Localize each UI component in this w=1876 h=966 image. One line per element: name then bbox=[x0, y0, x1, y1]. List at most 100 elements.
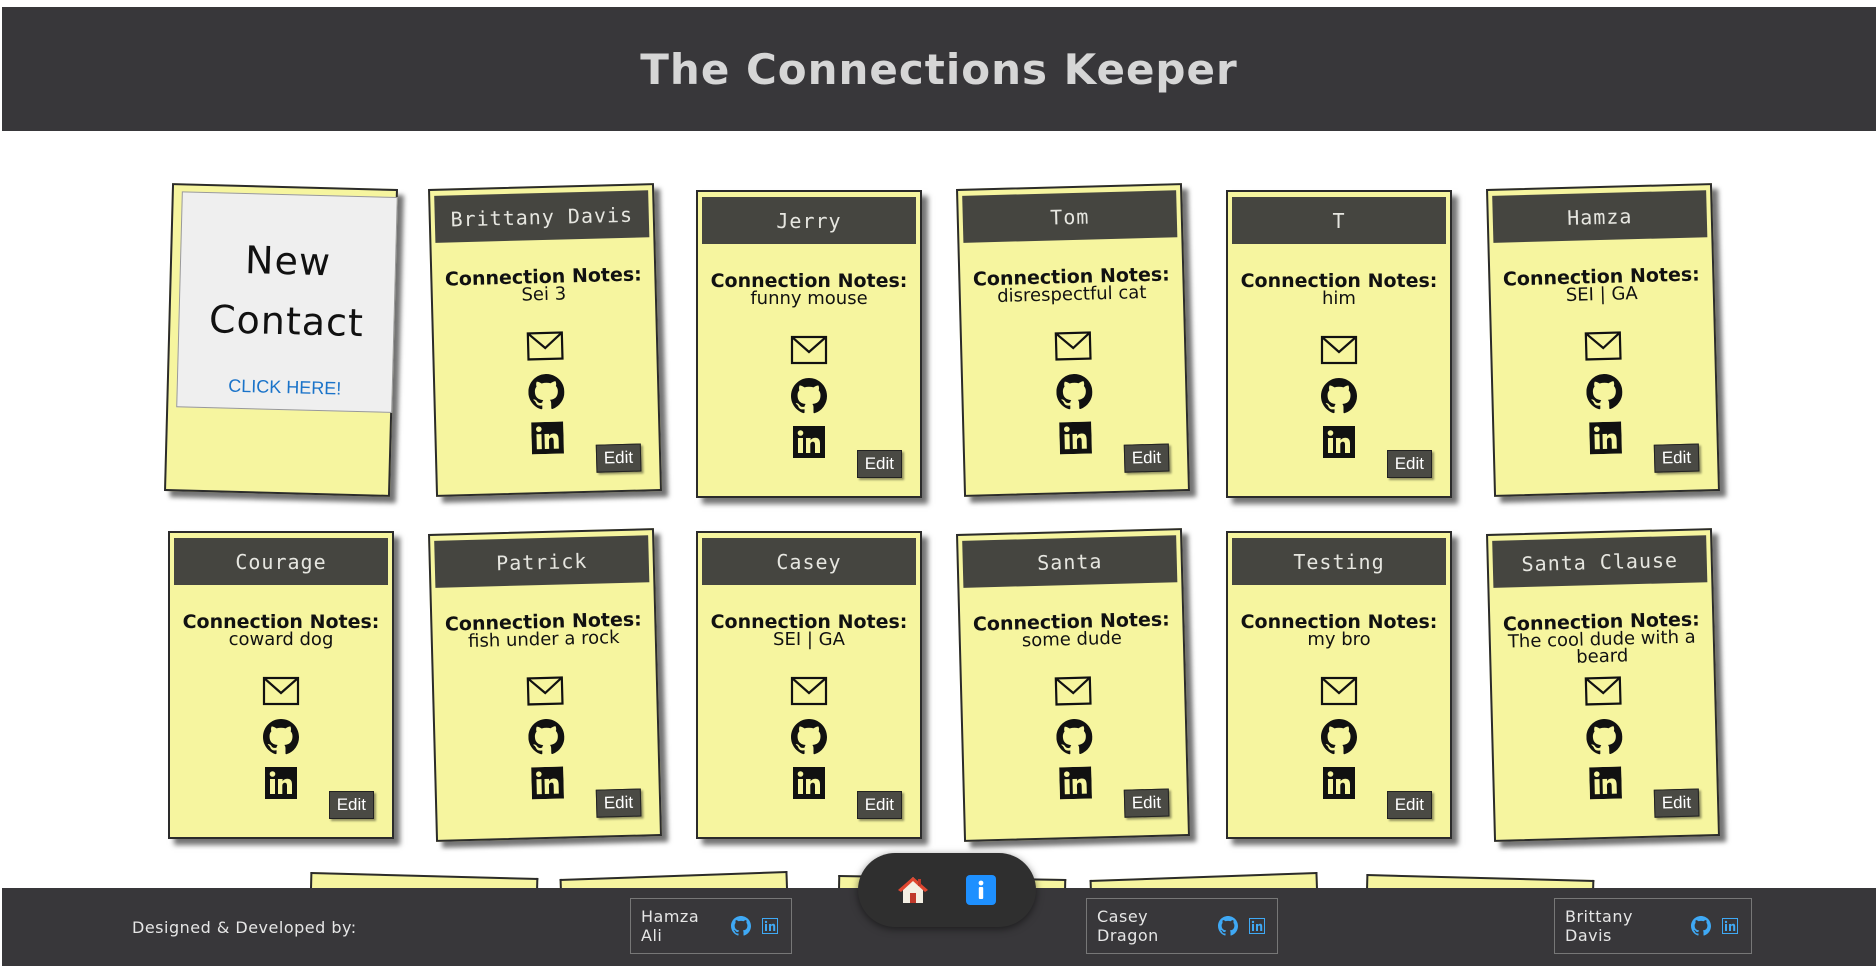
home-icon[interactable] bbox=[896, 873, 930, 907]
linkedin-icon[interactable] bbox=[790, 765, 828, 801]
github-icon[interactable] bbox=[527, 373, 566, 410]
developer-name: Hamza Ali bbox=[641, 907, 700, 945]
contact-links bbox=[1492, 325, 1717, 459]
contact-name: Casey bbox=[702, 538, 916, 585]
contact-card: Hamza Connection Notes: SEI | GA Edit bbox=[1486, 183, 1720, 497]
contact-card: Testing Connection Notes: my bro Edit bbox=[1226, 531, 1452, 839]
contact-links bbox=[170, 673, 392, 801]
page-title: The Connections Keeper bbox=[640, 44, 1238, 94]
email-icon[interactable] bbox=[1584, 328, 1623, 365]
new-contact-panel: New Contact CLICK HERE! bbox=[176, 191, 398, 413]
email-icon[interactable] bbox=[1320, 673, 1358, 709]
contact-name: Testing bbox=[1232, 538, 1446, 585]
contact-links bbox=[962, 670, 1187, 804]
edit-button[interactable]: Edit bbox=[328, 791, 374, 819]
developer-name: Casey Dragon bbox=[1097, 907, 1159, 945]
github-icon[interactable] bbox=[1055, 718, 1094, 755]
email-icon[interactable] bbox=[790, 673, 828, 709]
edit-button[interactable]: Edit bbox=[595, 788, 642, 818]
contact-card: T Connection Notes: him Edit bbox=[1226, 190, 1452, 498]
linkedin-icon[interactable] bbox=[760, 915, 781, 937]
contact-links bbox=[434, 670, 659, 804]
linkedin-icon[interactable] bbox=[1056, 419, 1095, 456]
contact-notes: funny mouse bbox=[750, 288, 868, 309]
linkedin-icon[interactable] bbox=[262, 765, 300, 801]
github-icon[interactable] bbox=[790, 378, 828, 414]
github-icon[interactable] bbox=[1690, 915, 1711, 937]
contact-name: Santa bbox=[962, 535, 1178, 588]
github-icon[interactable] bbox=[790, 719, 828, 755]
developer-name: Brittany Davis bbox=[1565, 907, 1633, 945]
linkedin-icon[interactable] bbox=[1320, 424, 1358, 460]
github-icon[interactable] bbox=[1585, 718, 1624, 755]
email-icon[interactable] bbox=[1054, 328, 1093, 365]
contact-links bbox=[1492, 670, 1717, 804]
contact-notes: The cool dude with a beard bbox=[1507, 626, 1696, 668]
credit-label: Designed & Developed by: bbox=[132, 918, 357, 937]
contact-notes: coward dog bbox=[228, 629, 334, 650]
floating-nav bbox=[858, 853, 1036, 927]
contact-card: Santa Connection Notes: some dude Edit bbox=[956, 528, 1190, 842]
contact-links bbox=[434, 325, 659, 459]
contact-card: Courage Connection Notes: coward dog Edit bbox=[168, 531, 394, 839]
contact-name: Brittany Davis bbox=[434, 190, 650, 243]
linkedin-icon[interactable] bbox=[1246, 915, 1267, 937]
github-icon[interactable] bbox=[262, 719, 300, 755]
new-contact-title: New Contact bbox=[208, 238, 365, 346]
linkedin-icon[interactable] bbox=[1320, 765, 1358, 801]
email-icon[interactable] bbox=[1320, 332, 1358, 368]
linkedin-icon[interactable] bbox=[790, 424, 828, 460]
email-icon[interactable] bbox=[262, 673, 300, 709]
contact-card: Tom Connection Notes: disrespectful cat Edi… bbox=[956, 183, 1190, 497]
developer-casey: Casey Dragon bbox=[1086, 898, 1278, 954]
contact-name: Patrick bbox=[434, 535, 650, 588]
github-icon[interactable] bbox=[1055, 373, 1094, 410]
edit-button[interactable]: Edit bbox=[595, 443, 642, 473]
contact-links bbox=[962, 325, 1187, 459]
email-icon[interactable] bbox=[526, 673, 565, 710]
linkedin-icon[interactable] bbox=[528, 419, 567, 456]
contact-name: T bbox=[1232, 197, 1446, 244]
edit-button[interactable]: Edit bbox=[1653, 788, 1700, 818]
github-icon[interactable] bbox=[731, 915, 752, 937]
contact-card: Patrick Connection Notes: fish under a roc… bbox=[428, 528, 662, 842]
contact-notes: my bro bbox=[1307, 629, 1371, 650]
email-icon[interactable] bbox=[1054, 673, 1093, 710]
site-header: The Connections Keeper bbox=[2, 7, 1876, 131]
new-contact-card[interactable]: New Contact CLICK HERE! bbox=[164, 183, 398, 497]
contact-notes: him bbox=[1322, 288, 1356, 309]
contact-card: Santa Clause Connection Notes: The cool du… bbox=[1486, 528, 1720, 842]
contact-card: Brittany Davis Connection Notes: Sei 3 Edit bbox=[428, 183, 662, 497]
edit-button[interactable]: Edit bbox=[856, 450, 902, 478]
edit-button[interactable]: Edit bbox=[1386, 450, 1432, 478]
linkedin-icon[interactable] bbox=[528, 764, 567, 801]
linkedin-icon[interactable] bbox=[1586, 764, 1625, 801]
edit-button[interactable]: Edit bbox=[1123, 443, 1170, 473]
contact-name: Courage bbox=[174, 538, 388, 585]
edit-button[interactable]: Edit bbox=[1123, 788, 1170, 818]
email-icon[interactable] bbox=[790, 332, 828, 368]
contact-links bbox=[698, 332, 920, 460]
email-icon[interactable] bbox=[1584, 673, 1623, 710]
edit-button[interactable]: Edit bbox=[1386, 791, 1432, 819]
github-icon[interactable] bbox=[1320, 378, 1358, 414]
github-icon[interactable] bbox=[527, 718, 566, 755]
developer-hamza: Hamza Ali bbox=[630, 898, 792, 954]
linkedin-icon[interactable] bbox=[1720, 915, 1741, 937]
contact-links bbox=[1228, 332, 1450, 460]
github-icon[interactable] bbox=[1585, 373, 1624, 410]
email-icon[interactable] bbox=[526, 328, 565, 365]
contact-notes: SEI | GA bbox=[773, 629, 845, 650]
github-icon[interactable] bbox=[1320, 719, 1358, 755]
contact-name: Santa Clause bbox=[1492, 535, 1708, 588]
contact-name: Tom bbox=[962, 190, 1178, 243]
edit-button[interactable]: Edit bbox=[1653, 443, 1700, 473]
github-icon[interactable] bbox=[1217, 915, 1238, 937]
info-icon[interactable] bbox=[964, 873, 998, 907]
linkedin-icon[interactable] bbox=[1586, 419, 1625, 456]
edit-button[interactable]: Edit bbox=[856, 791, 902, 819]
contact-card: Casey Connection Notes: SEI | GA Edit bbox=[696, 531, 922, 839]
linkedin-icon[interactable] bbox=[1056, 764, 1095, 801]
contact-name: Hamza bbox=[1492, 190, 1708, 243]
new-contact-link[interactable]: CLICK HERE! bbox=[228, 376, 342, 400]
